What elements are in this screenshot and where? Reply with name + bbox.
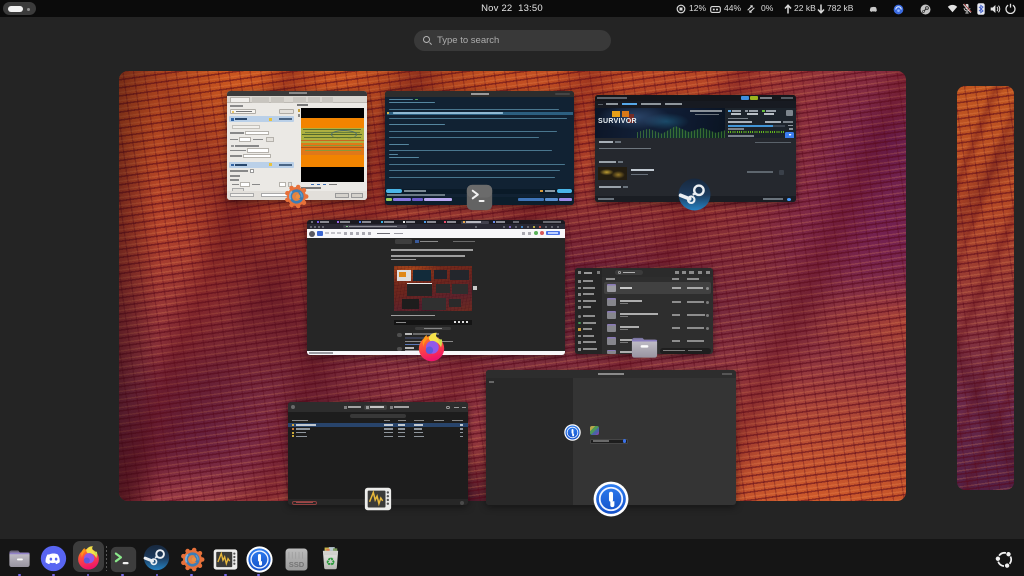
svg-text:♻: ♻: [326, 557, 336, 569]
svg-text:SSD: SSD: [289, 560, 305, 569]
